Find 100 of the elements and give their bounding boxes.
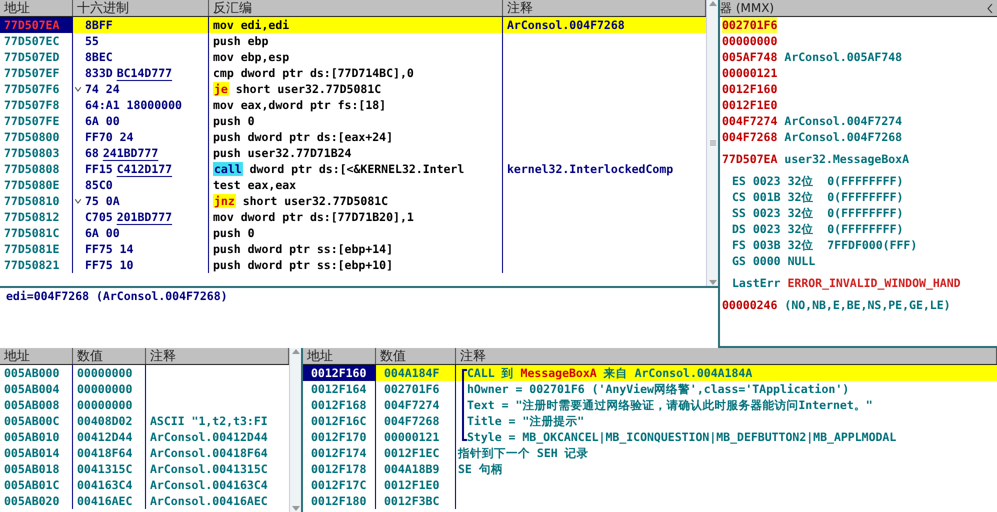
pane-title: 器 (MMX) bbox=[720, 0, 774, 16]
hex-cell: FF75 14 bbox=[73, 241, 209, 257]
scrollbar[interactable] bbox=[706, 0, 718, 286]
register-value[interactable]: 77D507EA bbox=[722, 151, 778, 167]
instruction-cell: push ebp bbox=[209, 33, 503, 49]
segment-info: NULL bbox=[788, 253, 816, 269]
instruction-cell: push user32.77D71B24 bbox=[209, 145, 503, 161]
instruction-cell: mov edi,edi bbox=[209, 17, 503, 33]
comment-cell-text: 指针到下一个 SEH 记录 bbox=[456, 445, 590, 461]
register-value[interactable]: 00000246 bbox=[722, 297, 778, 313]
register-value[interactable]: 0012F1E0 bbox=[722, 97, 778, 113]
value-cell: 00412D44 bbox=[73, 429, 146, 445]
scroll-down-icon[interactable] bbox=[708, 280, 716, 286]
comment-cell: Title = "注册提示" bbox=[456, 413, 997, 429]
hex-cell: 85C0 bbox=[73, 177, 209, 193]
scroll-down-icon[interactable] bbox=[292, 506, 300, 512]
scroll-up-icon[interactable] bbox=[708, 0, 716, 6]
address-cell: 77D50810 bbox=[0, 193, 73, 209]
address-cell: 77D507FE bbox=[0, 113, 73, 129]
address-cell: 77D507EF bbox=[0, 65, 73, 81]
address-cell: 77D507EA bbox=[0, 17, 73, 33]
segment-value[interactable]: 0023 bbox=[752, 221, 781, 237]
value-cell: 004F7274 bbox=[376, 397, 456, 413]
address-cell: 0012F17C bbox=[303, 477, 376, 493]
segment-info: 32位 0(FFFFFFFF) bbox=[788, 173, 904, 189]
instruction-cell: push 0 bbox=[209, 225, 503, 241]
hex-cell: FF70 24 bbox=[73, 129, 209, 145]
segment-value[interactable]: 001B bbox=[752, 189, 781, 205]
segment-name: SS bbox=[732, 205, 746, 221]
value-cell: 004A184F bbox=[376, 365, 456, 381]
column-header[interactable]: 注释 bbox=[456, 348, 997, 364]
address-cell: 005AB00C bbox=[0, 413, 73, 429]
segment-value[interactable]: 0023 bbox=[752, 173, 781, 189]
register-comment: ArConsol.004F7268 bbox=[784, 129, 902, 145]
hex-cell: 55 bbox=[73, 33, 209, 49]
value-cell: 0012F1E0 bbox=[376, 477, 456, 493]
segment-name: DS bbox=[732, 221, 746, 237]
column-header[interactable]: 地址 bbox=[0, 348, 73, 364]
comment-cell: CALL 到 MessageBoxA 来自 ArConsol.004A184A bbox=[456, 365, 997, 381]
register-value[interactable]: 0012F160 bbox=[722, 81, 778, 97]
address-cell: 005AB000 bbox=[0, 365, 73, 381]
value-cell: 00408D02 bbox=[73, 413, 146, 429]
comment-cell-text: kernel32.InterlockedComp bbox=[506, 161, 674, 177]
value-cell: 002701F6 bbox=[376, 381, 456, 397]
address-cell: 77D507EC bbox=[0, 33, 73, 49]
segment-name: FS bbox=[732, 237, 746, 253]
register-value[interactable]: 005AF748 bbox=[722, 49, 778, 65]
comment-cell-text: ASCII "1,t2,t3:FI bbox=[149, 413, 269, 429]
column-header[interactable]: 地址 bbox=[303, 348, 376, 364]
address-cell: 77D50808 bbox=[0, 161, 73, 177]
address-cell: 77D507F6 bbox=[0, 81, 73, 97]
column-header[interactable]: 十六进制 bbox=[73, 0, 209, 16]
address-cell: 0012F164 bbox=[303, 381, 376, 397]
register-comment: (NO,NB,E,BE,NS,PE,GE,LE) bbox=[784, 297, 951, 313]
column-header[interactable]: 数值 bbox=[73, 348, 146, 364]
column-header[interactable]: 反汇编 bbox=[209, 0, 503, 16]
comment-cell: Text = "注册时需要通过网络验证，请确认此时服务器能访问Internet。" bbox=[456, 397, 997, 413]
value-cell: 00000121 bbox=[376, 429, 456, 445]
instruction-cell: push dword ptr ds:[eax+24] bbox=[209, 129, 503, 145]
address-cell: 77D5081E bbox=[0, 241, 73, 257]
instruction-cell: mov ebp,esp bbox=[209, 49, 503, 65]
register-value[interactable]: 00000000 bbox=[722, 33, 778, 49]
segment-value[interactable]: 0000 bbox=[752, 253, 781, 269]
register-value[interactable]: 004F7268 bbox=[722, 129, 778, 145]
last-error-value: ERROR_INVALID_WINDOW_HAND bbox=[787, 275, 961, 291]
scroll-thumb-icon[interactable] bbox=[708, 139, 716, 147]
hex-cell: FF75 10 bbox=[73, 257, 209, 273]
instruction-cell: push dword ptr ss:[ebp+10] bbox=[209, 257, 503, 273]
address-cell: 0012F160 bbox=[303, 365, 376, 381]
comment-cell-text: ArConsol.00412D44 bbox=[149, 429, 269, 445]
register-value[interactable]: 004F7274 bbox=[722, 113, 778, 129]
address-cell: 005AB01C bbox=[0, 477, 73, 493]
hex-cell: 6A 00 bbox=[73, 225, 209, 241]
scrollbar[interactable] bbox=[289, 348, 301, 512]
address-cell: 0012F16C bbox=[303, 413, 376, 429]
value-cell: 004F7268 bbox=[376, 413, 456, 429]
segment-name: GS bbox=[732, 253, 746, 269]
column-header[interactable]: 地址 bbox=[0, 0, 73, 16]
register-value[interactable]: 00000121 bbox=[722, 65, 778, 81]
segment-value[interactable]: 003B bbox=[752, 237, 781, 253]
instruction-cell: push 0 bbox=[209, 113, 503, 129]
value-cell: 00000000 bbox=[73, 397, 146, 413]
value-cell: 004A18B9 bbox=[376, 461, 456, 477]
value-cell: 00000000 bbox=[73, 365, 146, 381]
register-comment: ArConsol.004F7274 bbox=[784, 113, 902, 129]
register-value[interactable]: 002701F6 bbox=[722, 17, 778, 33]
address-cell: 77D5080E bbox=[0, 177, 73, 193]
comment-cell-text: ArConsol.00418F64 bbox=[149, 445, 269, 461]
address-cell: 0012F178 bbox=[303, 461, 376, 477]
instruction-cell: push dword ptr ss:[ebp+14] bbox=[209, 241, 503, 257]
hex-cell: 8BEC bbox=[73, 49, 209, 65]
segment-value[interactable]: 0023 bbox=[752, 205, 781, 221]
instruction-cell: mov eax,dword ptr fs:[18] bbox=[209, 97, 503, 113]
address-cell: 005AB004 bbox=[0, 381, 73, 397]
chevron-left-icon[interactable] bbox=[987, 4, 993, 12]
address-cell: 77D50803 bbox=[0, 145, 73, 161]
instruction-cell: je short user32.77D5081C bbox=[209, 81, 503, 97]
hex-cell: 64:A1 18000000 bbox=[73, 97, 209, 113]
column-header[interactable]: 数值 bbox=[376, 348, 456, 364]
hex-cell: 75 0A bbox=[73, 193, 209, 209]
